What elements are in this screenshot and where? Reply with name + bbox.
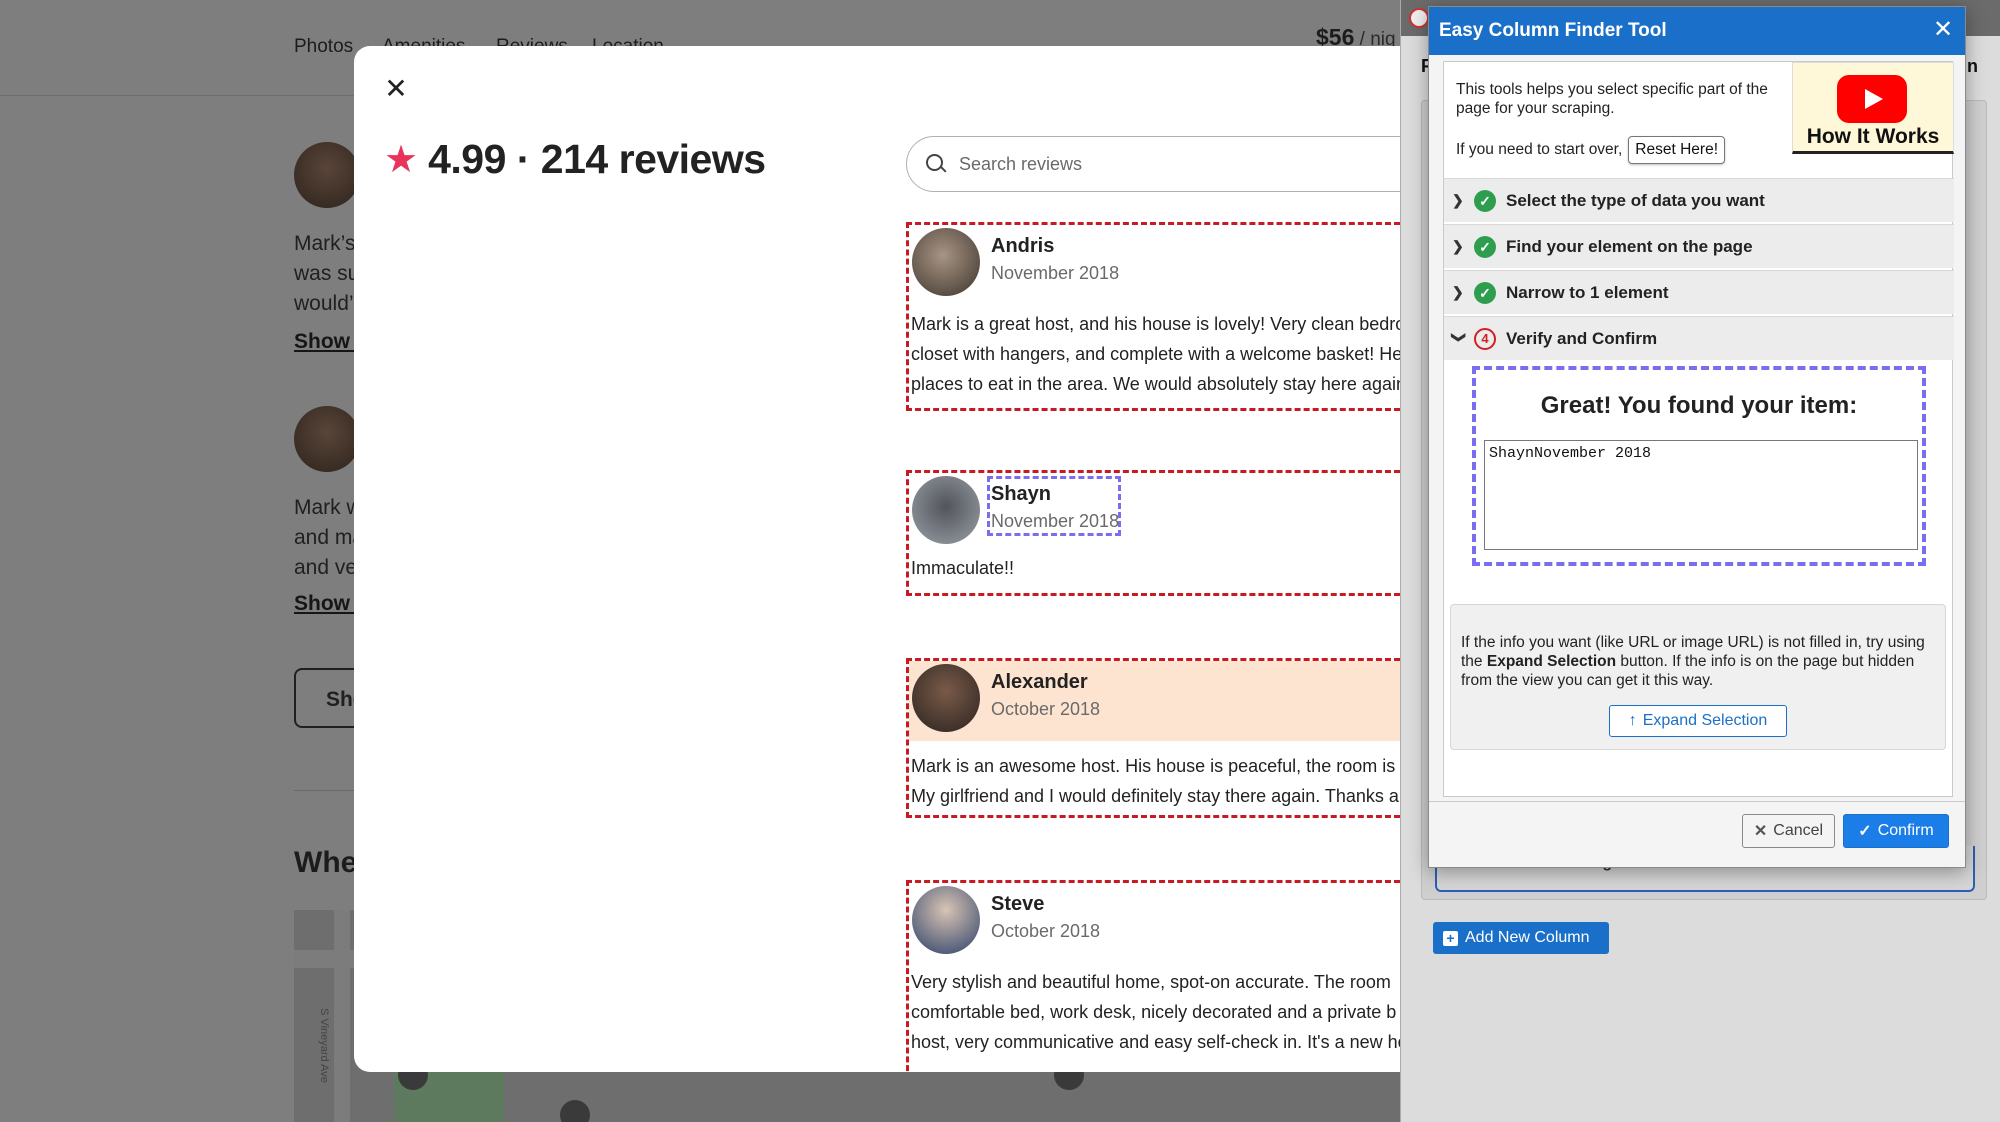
- obscured-label: n: [1967, 56, 1978, 76]
- dialog-content: This tools helps you select specific par…: [1443, 61, 1954, 797]
- found-value-textarea[interactable]: [1484, 440, 1918, 550]
- info-text: If the info you want (like URL or image …: [1461, 633, 1939, 690]
- reviewer-name: Alexander: [991, 671, 1088, 693]
- add-new-column-label: Add New Column: [1465, 929, 1590, 946]
- reviewer-avatar: [294, 142, 360, 208]
- rating-summary: ★ 4.99 · 214 reviews: [384, 136, 766, 183]
- reviewer-avatar: [294, 406, 360, 472]
- step-label: Find your element on the page: [1506, 236, 1753, 256]
- review-date: November 2018: [991, 263, 1120, 283]
- nav-link-photos[interactable]: Photos: [294, 36, 353, 58]
- review-text-line: My girlfriend and I would definitely sta…: [911, 786, 1399, 806]
- review-text-line: places to eat in the area. We would abso…: [911, 374, 1400, 394]
- step-find-element[interactable]: ❯ ✓ Find your element on the page: [1444, 224, 1954, 268]
- star-icon: ★: [384, 138, 419, 181]
- review-body: Mark is an awesome host. His house is pe…: [909, 741, 1400, 811]
- review-item[interactable]: Shayn November 2018 Immaculate!!: [906, 470, 1400, 596]
- review-header: Shayn November 2018: [909, 473, 1400, 553]
- check-circle-icon: ✓: [1474, 189, 1496, 212]
- close-icon: ✕: [1753, 823, 1768, 840]
- review-item[interactable]: Andris November 2018 Mark is a great hos…: [906, 222, 1400, 411]
- review-date: November 2018: [991, 511, 1120, 531]
- step-narrow-element[interactable]: ❯ ✓ Narrow to 1 element: [1444, 270, 1954, 314]
- arrow-up-icon: ↑: [1628, 712, 1637, 729]
- review-text-line: Mark is a great host, and his house is l…: [911, 314, 1400, 334]
- check-circle-icon: ✓: [1474, 235, 1496, 258]
- reset-button[interactable]: Reset Here!: [1628, 136, 1725, 164]
- reviewer-name: Steve: [991, 893, 1045, 915]
- review-text-line: Immaculate!!: [911, 558, 1015, 578]
- chevron-right-icon: ❯: [1452, 192, 1464, 208]
- how-it-works-label: How It Works: [1806, 125, 1940, 148]
- close-icon[interactable]: ✕: [1931, 18, 1955, 43]
- step-label: Narrow to 1 element: [1506, 282, 1669, 302]
- step-verify-confirm[interactable]: ❯ 4 Verify and Confirm: [1444, 316, 1954, 360]
- avatar[interactable]: [912, 228, 980, 296]
- chevron-right-icon: ❯: [1452, 238, 1464, 254]
- search-input[interactable]: [959, 153, 1379, 175]
- reset-line: If you need to start over, Reset Here!: [1456, 136, 1725, 164]
- review-item[interactable]: Alexander October 2018 Mark is an awesom…: [906, 658, 1400, 818]
- avatar[interactable]: [912, 664, 980, 732]
- avatar[interactable]: [912, 886, 980, 954]
- info-panel: If the info you want (like URL or image …: [1450, 604, 1946, 750]
- plus-icon: +: [1443, 930, 1458, 946]
- dialog-title: Easy Column Finder Tool: [1439, 20, 1667, 41]
- close-icon[interactable]: ✕: [376, 68, 416, 108]
- review-header: Alexander October 2018: [909, 661, 1400, 741]
- review-body: Immaculate!!: [909, 553, 1400, 583]
- found-heading: Great! You found your item:: [1540, 392, 1858, 419]
- review-body: Very stylish and beautiful home, spot-on…: [909, 963, 1400, 1057]
- cancel-button[interactable]: ✕ Cancel: [1742, 814, 1835, 848]
- review-header: Andris November 2018: [909, 225, 1400, 305]
- reviewer-name: Andris: [991, 235, 1055, 257]
- review-date: October 2018: [991, 699, 1101, 719]
- found-item-box: Great! You found your item:: [1472, 366, 1926, 566]
- review-date: October 2018: [991, 921, 1101, 941]
- review-snippet-line: was su: [294, 262, 360, 285]
- how-it-works-video[interactable]: How It Works: [1792, 62, 1954, 154]
- avatar[interactable]: [912, 476, 980, 544]
- dialog-footer: ✕ Cancel ✓ Confirm: [1429, 801, 1965, 867]
- confirm-label: Confirm: [1877, 822, 1934, 839]
- review-text-line: closet with hangers, and complete with a…: [911, 344, 1400, 364]
- expand-selection-button[interactable]: ↑ Expand Selection: [1609, 705, 1787, 737]
- confirm-button[interactable]: ✓ Confirm: [1843, 814, 1949, 848]
- review-body: Mark is a great host, and his house is l…: [909, 305, 1400, 399]
- step-number-icon: 4: [1474, 327, 1496, 350]
- chevron-down-icon: ❯: [1451, 331, 1468, 344]
- info-text-bold: Expand Selection: [1486, 653, 1617, 670]
- search-reviews-box[interactable]: [906, 136, 1400, 192]
- reviewer-name: Shayn: [991, 483, 1052, 505]
- map-street-label: S Vineyard Ave: [318, 1008, 330, 1083]
- column-finder-dialog: Easy Column Finder Tool ✕ This tools hel…: [1428, 6, 1966, 868]
- review-text-line: Mark is an awesome host. His house is pe…: [911, 756, 1400, 776]
- step-label: Select the type of data you want: [1506, 190, 1765, 210]
- review-snippet: Mark’s was su would’: [294, 229, 359, 319]
- step-select-data-type[interactable]: ❯ ✓ Select the type of data you want: [1444, 178, 1954, 222]
- cancel-label: Cancel: [1773, 822, 1824, 839]
- review-snippet-line: would’: [294, 292, 354, 315]
- youtube-play-icon: [1837, 75, 1907, 123]
- expand-selection-label: Expand Selection: [1642, 712, 1768, 729]
- review-snippet-line: Mark’s: [294, 232, 356, 255]
- review-item[interactable]: Steve October 2018 Very stylish and beau…: [906, 880, 1400, 1072]
- review-text-line: Very stylish and beautiful home, spot-on…: [911, 972, 1391, 992]
- rating-text: 4.99 · 214 reviews: [428, 136, 766, 182]
- review-text-line: comfortable bed, work desk, nicely decor…: [911, 1002, 1397, 1022]
- reviews-modal: ✕ ★ 4.99 · 214 reviews Andris November 2…: [354, 46, 1400, 1072]
- review-text-line: host, very communicative and easy self-c…: [911, 1032, 1400, 1052]
- chevron-right-icon: ❯: [1452, 284, 1464, 300]
- check-icon: ✓: [1858, 823, 1872, 840]
- where-section-heading: Whe: [294, 846, 358, 879]
- step-label: Verify and Confirm: [1506, 328, 1658, 348]
- extension-logo-icon: [1409, 8, 1429, 28]
- reset-prompt: If you need to start over,: [1456, 141, 1623, 158]
- review-header: Steve October 2018: [909, 883, 1400, 963]
- add-new-column-button[interactable]: + Add New Column: [1433, 922, 1609, 954]
- intro-text: This tools helps you select specific par…: [1456, 81, 1768, 117]
- dialog-titlebar: Easy Column Finder Tool: [1429, 7, 1965, 55]
- check-circle-icon: ✓: [1474, 281, 1496, 304]
- search-icon: [925, 153, 947, 175]
